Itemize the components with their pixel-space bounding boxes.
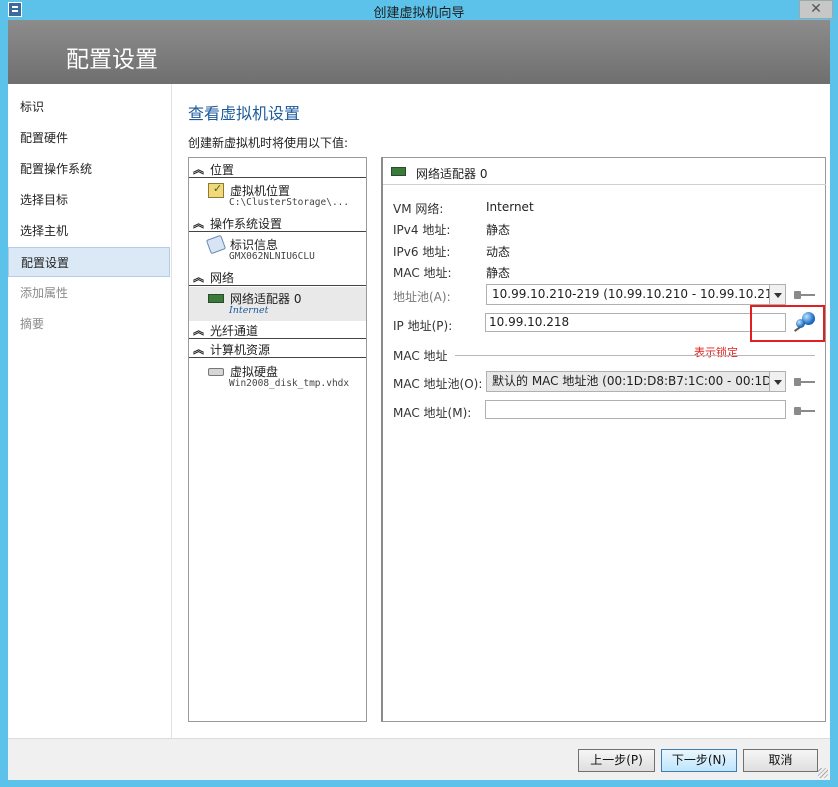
nav-item-settings[interactable]: 配置设置 — [8, 247, 170, 277]
detail-header: 网络适配器 0 — [383, 158, 826, 185]
resize-grip-icon[interactable] — [818, 768, 828, 778]
tree-section-network[interactable]: ︽ 网络 — [189, 268, 366, 286]
tree-section-location[interactable]: ︽ 位置 — [189, 160, 366, 178]
address-pool-dropdown[interactable]: 10.99.10.210-219 (10.99.10.210 - 10.99.1… — [486, 284, 786, 305]
tag-icon — [205, 234, 227, 255]
tree-item-identity-info[interactable]: 标识信息 GMX062NLNIU6CLU — [189, 233, 366, 267]
network-adapter-icon — [391, 167, 406, 176]
tree-section-label: 网络 — [210, 271, 235, 285]
nav-item-properties: 添加属性 — [20, 286, 69, 300]
ipv6-key: IPv6 地址: — [393, 245, 451, 259]
mac-section-label: MAC 地址 — [393, 349, 448, 363]
page-subtitle: 创建新虚拟机时将使用以下值: — [188, 136, 349, 150]
wizard-footer: 上一步(P) 下一步(N) 取消 — [8, 738, 830, 780]
nav-item-summary: 摘要 — [20, 317, 45, 331]
lock-highlight-box — [750, 305, 825, 342]
address-pool-label: 地址池(A): — [393, 290, 451, 304]
network-adapter-icon — [208, 294, 224, 303]
ip-address-value: 10.99.10.218 — [489, 315, 570, 329]
tree-section-label: 光纤通道 — [210, 324, 259, 338]
tree-item-vm-location[interactable]: 虚拟机位置 C:\ClusterStorage\... — [189, 179, 366, 213]
main-content: 查看虚拟机设置 创建新虚拟机时将使用以下值: ︽ 位置 虚拟机位置 C:\Clu… — [172, 84, 830, 738]
lock-annotation: 表示锁定 — [694, 346, 738, 359]
mac-section-divider — [455, 355, 815, 356]
tree-section-label: 计算机资源 — [210, 343, 271, 357]
mac-value: 静态 — [486, 266, 511, 280]
mac-address-input[interactable] — [485, 400, 786, 419]
banner-title: 配置设置 — [66, 47, 158, 73]
next-button[interactable]: 下一步(N) — [661, 749, 737, 772]
nav-item-hardware[interactable]: 配置硬件 — [8, 123, 170, 153]
wizard-nav: 标识 配置硬件 配置操作系统 选择目标 选择主机 配置设置 添加属性 摘要 — [8, 84, 172, 738]
tree-section-compute[interactable]: ︽ 计算机资源 — [189, 340, 366, 358]
pin-unlocked-icon[interactable] — [794, 405, 816, 417]
ipv6-value: 动态 — [486, 245, 511, 259]
collapse-chevron-icon: ︽ — [193, 324, 204, 337]
window-title: 创建虚拟机向导 — [373, 6, 465, 21]
pin-unlocked-icon[interactable] — [794, 289, 816, 301]
collapse-chevron-icon: ︽ — [193, 217, 204, 230]
ip-address-label: IP 地址(P): — [393, 319, 453, 333]
chevron-down-icon[interactable] — [769, 372, 785, 391]
tree-item-virtual-disk[interactable]: 虚拟硬盘 Win2008_disk_tmp.vhdx — [189, 360, 366, 394]
mac-address-label: MAC 地址(M): — [393, 406, 472, 420]
page-title: 查看虚拟机设置 — [188, 104, 301, 123]
back-button[interactable]: 上一步(P) — [578, 749, 655, 772]
close-button[interactable]: ✕ — [799, 0, 833, 19]
ip-address-input[interactable]: 10.99.10.218 — [485, 313, 786, 332]
nav-item-os[interactable]: 配置操作系统 — [8, 154, 170, 184]
nav-item-host[interactable]: 选择主机 — [8, 216, 170, 246]
vm-network-key: VM 网络: — [393, 202, 444, 216]
folder-check-icon — [208, 182, 224, 198]
cancel-button[interactable]: 取消 — [743, 749, 818, 772]
tree-item-sub: Win2008_disk_tmp.vhdx — [229, 378, 350, 389]
collapse-chevron-icon: ︽ — [193, 271, 204, 284]
mac-pool-label: MAC 地址池(O): — [393, 377, 483, 391]
detail-title: 网络适配器 0 — [416, 167, 488, 181]
tree-item-sub: Internet — [229, 305, 269, 316]
ipv4-key: IPv4 地址: — [393, 223, 451, 237]
address-pool-value: 10.99.10.210-219 (10.99.10.210 - 10.99.1… — [492, 287, 785, 301]
tree-item-network-adapter[interactable]: 网络适配器 0 Internet — [189, 287, 366, 321]
mac-key: MAC 地址: — [393, 266, 452, 280]
ipv4-value: 静态 — [486, 223, 511, 237]
tree-item-sub: C:\ClusterStorage\... — [229, 197, 350, 208]
hard-disk-icon — [208, 368, 224, 376]
collapse-chevron-icon: ︽ — [193, 163, 204, 176]
chevron-down-icon[interactable] — [769, 285, 785, 304]
tree-section-label: 位置 — [210, 163, 235, 177]
mac-pool-value: 默认的 MAC 地址池 (00:1D:D8:B7:1C:00 - 00:1D:D — [492, 374, 785, 388]
settings-tree: ︽ 位置 虚拟机位置 C:\ClusterStorage\... ︽ 操作系统设… — [188, 157, 367, 722]
nav-item-destination[interactable]: 选择目标 — [8, 185, 170, 215]
header-banner: 配置设置 — [8, 20, 830, 84]
nav-item-identity[interactable]: 标识 — [8, 92, 170, 122]
pin-unlocked-icon[interactable] — [794, 376, 816, 388]
title-bar: 创建虚拟机向导 ✕ — [0, 0, 838, 21]
vm-network-value: Internet — [486, 200, 534, 214]
tree-section-fibre-channel[interactable]: ︽ 光纤通道 — [189, 321, 366, 339]
tree-section-label: 操作系统设置 — [210, 217, 283, 231]
detail-panel: 网络适配器 0 VM 网络: Internet IPv4 地址: 静态 IPv6… — [381, 157, 826, 722]
tree-item-sub: GMX062NLNIU6CLU — [229, 251, 315, 262]
wizard-window: 创建虚拟机向导 ✕ 配置设置 标识 配置硬件 配置操作系统 选择目标 选择主机 … — [0, 0, 838, 787]
collapse-chevron-icon: ︽ — [193, 343, 204, 356]
tree-section-os-settings[interactable]: ︽ 操作系统设置 — [189, 214, 366, 232]
mac-pool-dropdown[interactable]: 默认的 MAC 地址池 (00:1D:D8:B7:1C:00 - 00:1D:D — [486, 371, 786, 392]
client-area: 配置设置 标识 配置硬件 配置操作系统 选择目标 选择主机 配置设置 添加属性 … — [8, 20, 830, 780]
